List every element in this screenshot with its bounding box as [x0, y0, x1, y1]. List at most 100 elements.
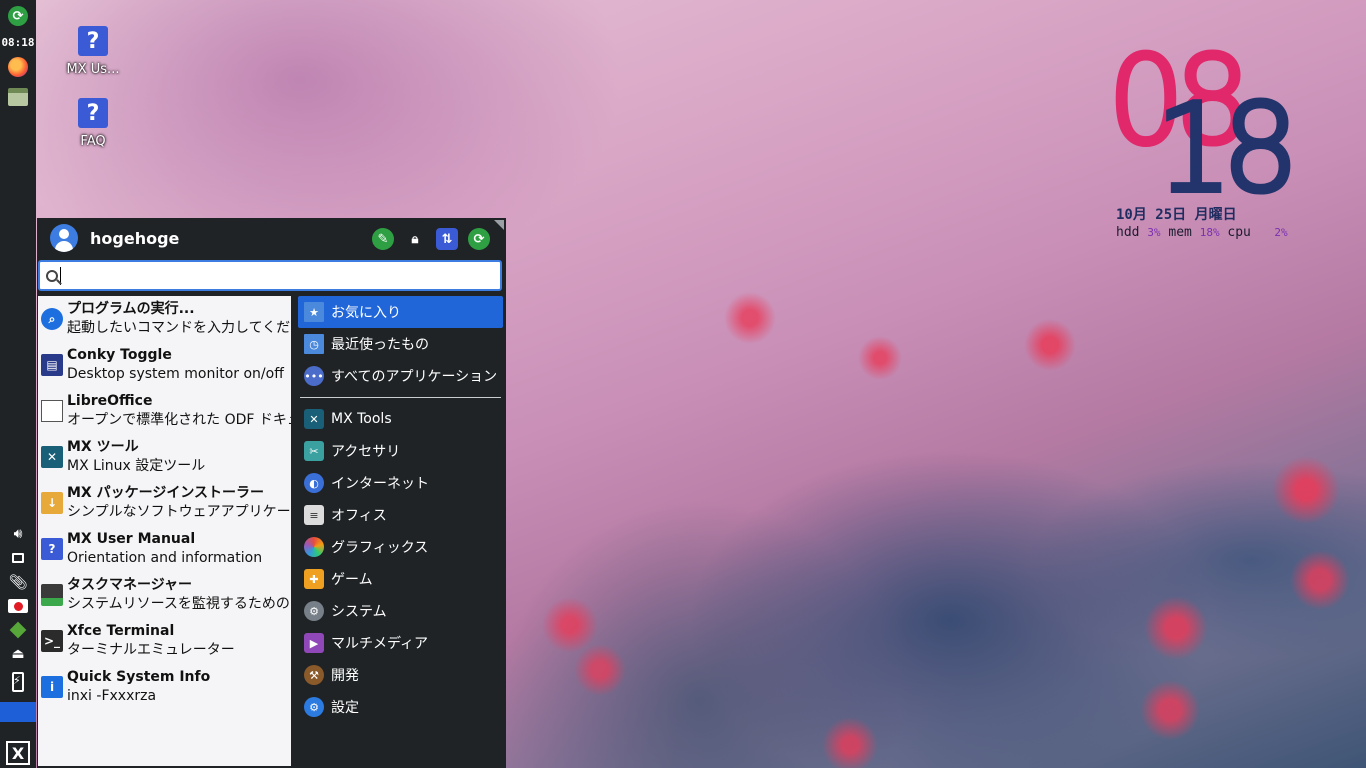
category-recent[interactable]: ◷ 最近使ったもの — [298, 328, 503, 360]
recent-folder-icon: ◷ — [304, 334, 324, 354]
category-development[interactable]: ⚒ 開発 — [298, 659, 503, 691]
search-input[interactable] — [67, 267, 487, 284]
list-item-title: LibreOffice — [67, 393, 153, 409]
menu-header: hogehoge ✎ 🔒︎ ⇅ ⟳ — [37, 218, 506, 258]
whisker-menu-button[interactable]: X — [0, 738, 36, 768]
list-item-quick-system-info[interactable]: i Quick System Info inxi -Fxxxrza — [38, 664, 291, 710]
search-icon — [46, 269, 58, 282]
battery-button[interactable] — [0, 666, 36, 698]
user-avatar-icon[interactable] — [50, 224, 78, 252]
update-icon: ⟳ — [8, 6, 28, 26]
lock-icon: 🔒︎ — [411, 231, 419, 247]
desktop-icon-faq[interactable]: ? FAQ — [53, 98, 133, 149]
list-item-desc: MX Linux 設定ツール — [67, 458, 206, 474]
list-item-package-installer[interactable]: ↓ MX パッケージインストーラーシンプルなソフトウェアアプリケーション — [38, 480, 291, 526]
mx-tools-icon: ✕ — [41, 446, 63, 468]
terminal-icon: >_ — [41, 630, 63, 652]
mx-tools-icon: ✕ — [304, 409, 324, 429]
firefox-icon — [8, 57, 28, 77]
mem-value: 18% — [1199, 226, 1220, 239]
category-label: オフィス — [331, 508, 387, 524]
category-label: ゲーム — [331, 572, 373, 588]
development-icon: ⚒ — [304, 665, 324, 685]
list-item-title: Conky Toggle — [67, 347, 172, 363]
games-icon: ✚ — [304, 569, 324, 589]
list-item-title: Xfce Terminal — [67, 623, 175, 639]
category-settings[interactable]: ⚙ 設定 — [298, 691, 503, 723]
system-icon: ⚙ — [304, 601, 324, 621]
task-manager-icon — [41, 584, 63, 606]
list-item-title: Quick System Info — [67, 669, 211, 685]
category-office[interactable]: ≡ オフィス — [298, 499, 503, 531]
list-item-desc: ターミナルエミュレーター — [67, 642, 235, 658]
conky-icon: ▤ — [41, 354, 63, 376]
list-item-libreoffice[interactable]: LibreOffice オープンで標準化された ODF ドキュメント — [38, 388, 291, 434]
list-item-title: プログラムの実行... — [67, 301, 195, 317]
category-label: 最近使ったもの — [331, 337, 429, 353]
package-updater-button[interactable] — [0, 618, 36, 642]
list-item-task-manager[interactable]: タスクマネージャーシステムリソースを監視するためのツール — [38, 572, 291, 618]
category-multimedia[interactable]: ▶ マルチメディア — [298, 627, 503, 659]
conky-date: 10月 25日 月曜日 — [1116, 207, 1237, 223]
category-graphics[interactable]: グラフィックス — [298, 531, 503, 563]
volume-button[interactable]: 🔊︎ — [0, 522, 36, 546]
conky-stats: hdd 3% mem 18% cpu 2% — [1116, 225, 1288, 240]
list-item-desc: Orientation and information — [67, 550, 263, 566]
category-mx-tools[interactable]: ✕ MX Tools — [298, 403, 503, 435]
username: hogehoge — [90, 228, 180, 248]
desktop-icon-mx-user-manual[interactable]: ? MX Us... — [53, 26, 133, 77]
lock-screen-button[interactable]: 🔒︎ — [404, 228, 426, 250]
list-item-mx-tools[interactable]: ✕ MX ツール MX Linux 設定ツール — [38, 434, 291, 480]
settings-manager-button[interactable]: ✎ — [372, 228, 394, 250]
screen-recorder-button[interactable] — [0, 594, 36, 618]
category-label: お気に入り — [331, 305, 401, 321]
file-manager-launcher[interactable] — [0, 82, 36, 112]
list-item-title: MX User Manual — [67, 531, 196, 547]
list-item-mx-user-manual[interactable]: ? MX User Manual Orientation and informat… — [38, 526, 291, 572]
panel-tray: 🔊︎ 📎︎ ⏏ X — [0, 522, 36, 768]
list-item-conky-toggle[interactable]: ▤ Conky Toggle Desktop system monitor on/… — [38, 342, 291, 388]
list-item-run-program[interactable]: ⌕ プログラムの実行... 起動したいコマンドを入力してください — [38, 296, 291, 342]
panel-clock[interactable]: 08:18 — [0, 32, 36, 52]
category-all-applications[interactable]: ••• すべてのアプリケーション — [298, 360, 503, 392]
eject-icon: ⏏ — [11, 646, 25, 662]
clipboard-icon: 📎︎ — [8, 573, 28, 591]
desktop-icon-label: MX Us... — [66, 62, 120, 77]
mem-label: mem — [1168, 225, 1192, 240]
category-list: ★ お気に入り ◷ 最近使ったもの ••• すべてのアプリケーション ✕ MX … — [298, 296, 503, 766]
help-icon: ? — [78, 98, 108, 128]
header-actions: ✎ 🔒︎ ⇅ ⟳ — [372, 228, 490, 250]
category-internet[interactable]: ◐ インターネット — [298, 467, 503, 499]
switch-user-button[interactable]: ⇅ — [436, 228, 458, 250]
list-item-xfce-terminal[interactable]: >_ Xfce Terminal ターミナルエミュレーター — [38, 618, 291, 664]
category-label: システム — [331, 604, 387, 620]
category-divider — [300, 397, 501, 398]
list-item-desc: inxi -Fxxxrza — [67, 688, 157, 704]
category-label: アクセサリ — [331, 444, 401, 460]
firefox-launcher[interactable] — [0, 52, 36, 82]
category-system[interactable]: ⚙ システム — [298, 595, 503, 627]
list-item-title: タスクマネージャー — [67, 577, 193, 593]
category-games[interactable]: ✚ ゲーム — [298, 563, 503, 595]
list-item-desc: Desktop system monitor on/off — [67, 366, 284, 382]
search-box — [38, 260, 502, 291]
clipboard-button[interactable]: 📎︎ — [0, 570, 36, 594]
logout-button[interactable]: ⟳ — [468, 228, 490, 250]
system-info-icon: i — [41, 676, 63, 698]
workspace-indicator[interactable] — [0, 702, 36, 722]
mx-logo-icon: X — [6, 741, 30, 765]
display-button[interactable] — [0, 546, 36, 570]
category-accessories[interactable]: ✂ アクセサリ — [298, 435, 503, 467]
conky-widget: 08 18 10月 25日 月曜日 hdd 3% mem 18% cpu 2% — [1105, 29, 1328, 250]
desktop-icon-label: FAQ — [80, 134, 106, 149]
list-item-desc: オープンで標準化された ODF ドキュメント — [67, 412, 291, 428]
category-favorites[interactable]: ★ お気に入り — [298, 296, 503, 328]
whisker-menu: hogehoge ✎ 🔒︎ ⇅ ⟳ ⌕ プログラムの実行... 起動したいコマンド… — [37, 218, 506, 768]
list-item-desc: システムリソースを監視するためのツール — [67, 596, 291, 612]
hdd-label: hdd — [1116, 225, 1140, 240]
category-label: 開発 — [331, 668, 359, 684]
category-label: マルチメディア — [331, 636, 429, 652]
package-icon — [9, 621, 27, 639]
update-notifier-button[interactable]: ⟳ — [0, 0, 36, 32]
eject-button[interactable]: ⏏ — [0, 642, 36, 666]
